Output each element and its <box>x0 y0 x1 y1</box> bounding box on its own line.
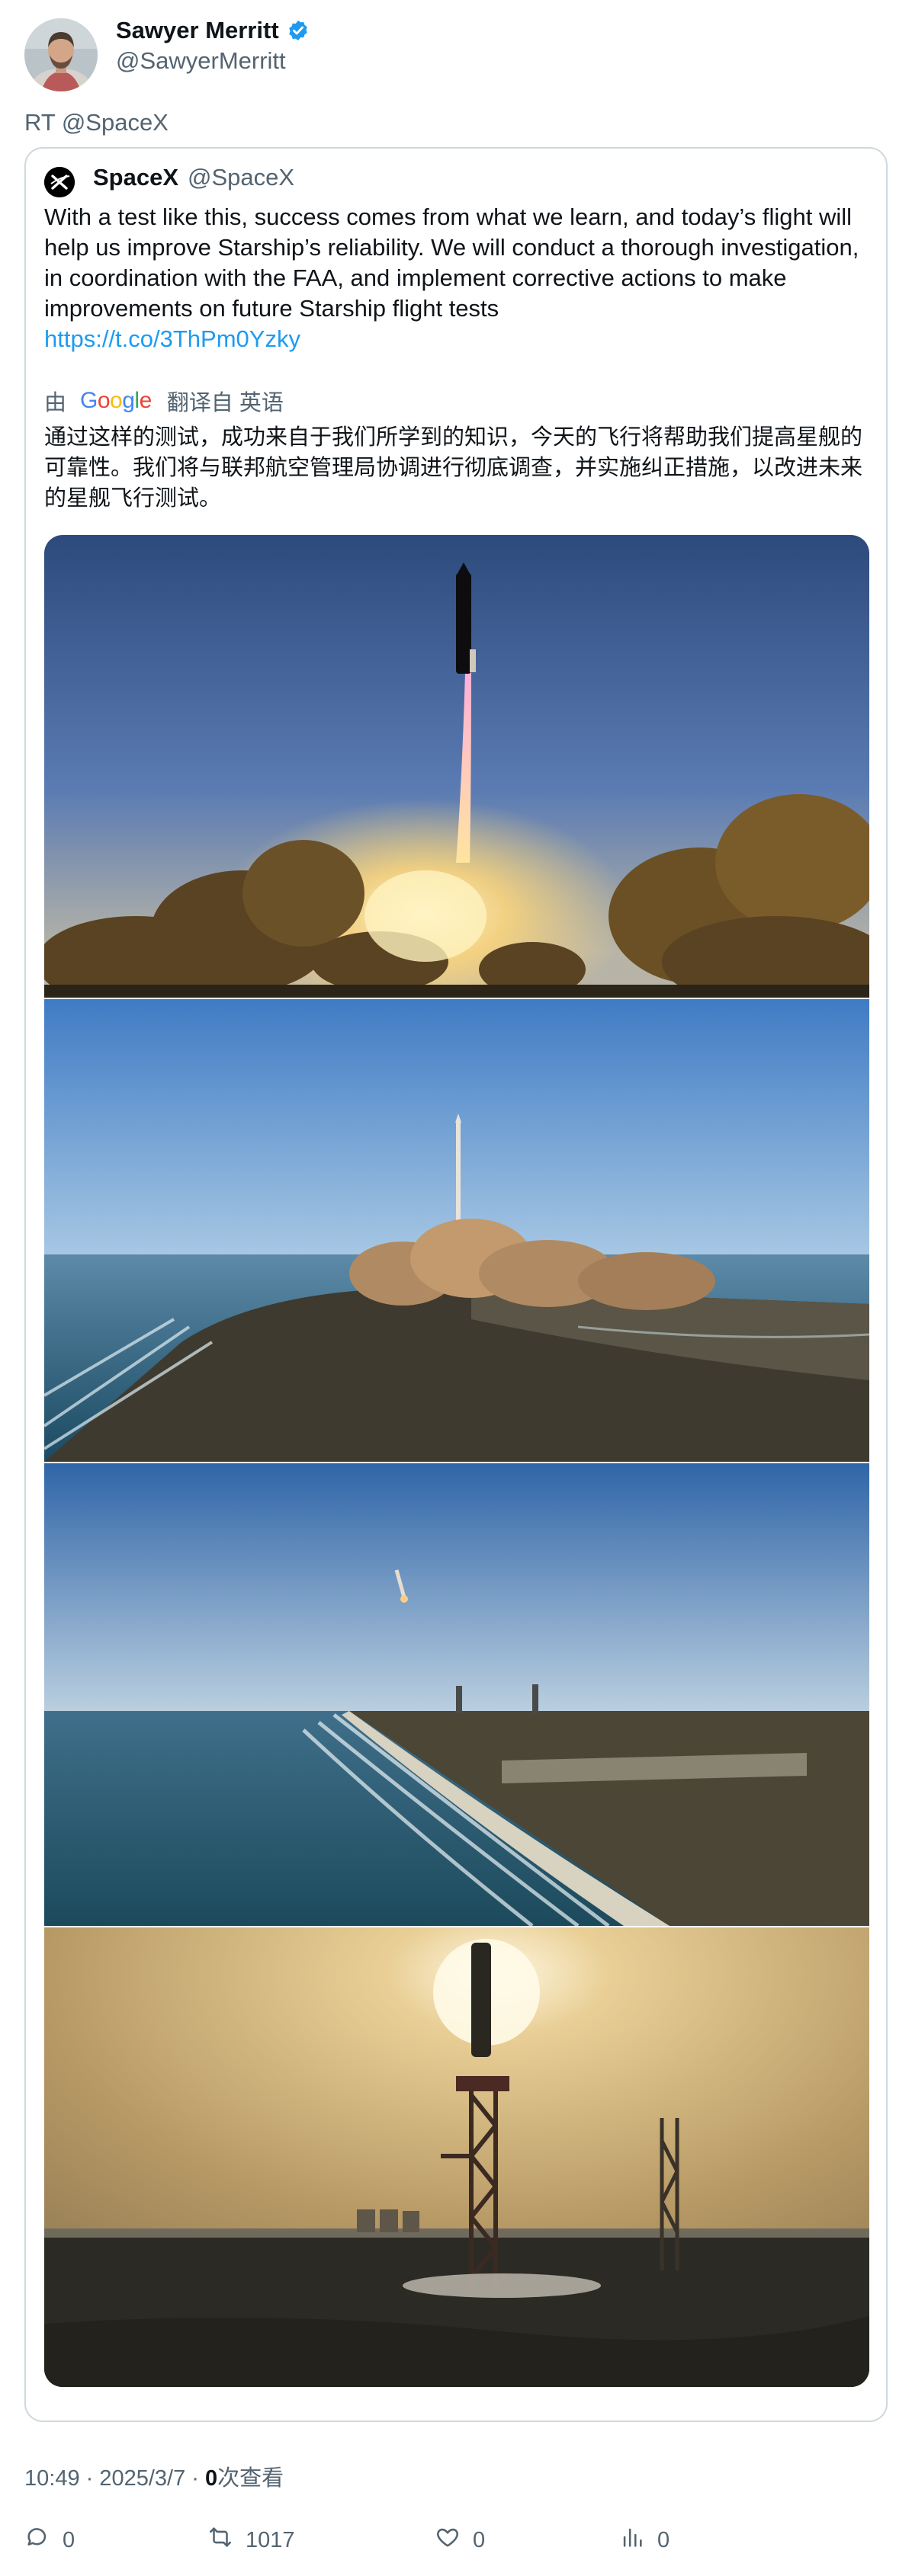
author-handle[interactable]: @SawyerMerritt <box>116 47 286 75</box>
google-logo: Google <box>80 388 152 413</box>
quoted-tweet-body: With a test like this, success comes fro… <box>44 203 859 322</box>
quoted-author-name[interactable]: SpaceX <box>93 164 178 191</box>
views-count-text: 0 <box>205 2466 218 2491</box>
quoted-tweet-text: With a test like this, success comes fro… <box>44 202 875 354</box>
like-icon <box>435 2524 461 2556</box>
retweet-icon <box>207 2524 233 2556</box>
views-label: 次查看 <box>217 2466 284 2491</box>
like-count: 0 <box>473 2527 486 2552</box>
views-count: 0 <box>657 2527 670 2552</box>
tweet-action-bar: 0 1017 0 0 <box>24 2524 888 2561</box>
tweet-page: Sawyer Merritt @SawyerMerritt RT @SpaceX… <box>0 0 912 2576</box>
translation-prefix: 由 <box>44 391 67 415</box>
author-name[interactable]: Sawyer Merritt <box>116 17 279 44</box>
tweet-meta: 10:49 · 2025/3/7 · 0次查看 <box>24 2460 284 2492</box>
translation-attribution: 由 Google 翻译自 英语 <box>44 385 284 417</box>
retweet-count: 1017 <box>246 2527 295 2552</box>
tweet-timestamp[interactable]: 10:49 · 2025/3/7 · <box>24 2466 205 2491</box>
photo-launch-closeup[interactable] <box>44 535 869 998</box>
media-gallery[interactable] <box>44 535 869 2387</box>
photo-launch-tower[interactable] <box>44 1927 869 2387</box>
views-icon <box>619 2524 645 2556</box>
avatar[interactable] <box>24 18 98 91</box>
like-button[interactable]: 0 <box>435 2524 485 2556</box>
retweet-label: RT @SpaceX <box>24 109 169 136</box>
verified-badge-icon <box>287 19 310 42</box>
quoted-author-handle[interactable]: @SpaceX <box>188 164 294 191</box>
author-name-row[interactable]: Sawyer Merritt <box>116 17 310 44</box>
quoted-tweet-card[interactable]: SpaceX @SpaceX With a test like this, su… <box>24 147 888 2422</box>
photo-coastline-flight[interactable] <box>44 1463 869 1926</box>
translation-suffix: 翻译自 英语 <box>166 391 284 415</box>
reply-icon <box>24 2524 50 2556</box>
translated-text: 通过这样的测试，成功来自于我们所学到的知识，今天的飞行将帮助我们提高星舰的可靠性… <box>44 424 863 511</box>
spacex-logo-icon[interactable] <box>44 167 75 197</box>
reply-count: 0 <box>63 2527 75 2552</box>
reply-button[interactable]: 0 <box>24 2524 75 2556</box>
retweet-button[interactable]: 1017 <box>207 2524 295 2556</box>
photo-aerial-launch[interactable] <box>44 999 869 1462</box>
quoted-tweet-link[interactable]: https://t.co/3ThPm0Yzky <box>44 325 300 352</box>
views-button[interactable]: 0 <box>619 2524 670 2556</box>
